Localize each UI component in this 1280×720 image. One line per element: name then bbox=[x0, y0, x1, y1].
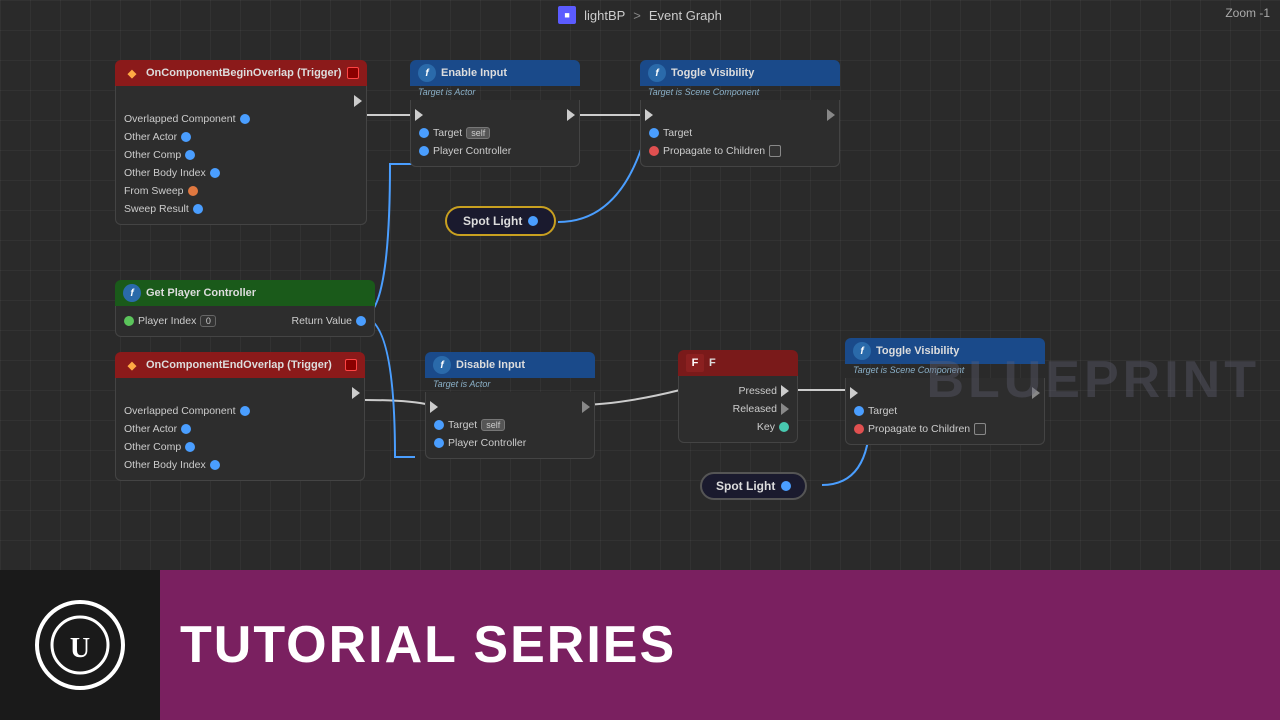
node-title-enable-input: Enable Input bbox=[441, 67, 507, 79]
tutorial-series-text: TUTORIAL SERIES bbox=[160, 615, 1280, 675]
self-badge: self bbox=[466, 127, 490, 139]
exec-out-pin bbox=[352, 387, 360, 399]
blueprint-watermark: BLUEPRINT bbox=[926, 350, 1260, 410]
node-f-key: F F Pressed Released Key bbox=[678, 350, 798, 443]
node-on-end-overlap: ◆ OnComponentEndOverlap (Trigger) Overla… bbox=[115, 352, 365, 481]
pin-label: Other Body Index bbox=[124, 459, 206, 471]
released-pin bbox=[781, 403, 789, 415]
f-key-icon: F bbox=[686, 354, 704, 372]
node-title-begin-overlap: OnComponentBeginOverlap (Trigger) bbox=[146, 67, 342, 79]
func-icon: f bbox=[418, 64, 436, 82]
func-icon: f bbox=[648, 64, 666, 82]
spot-light-pin-1 bbox=[528, 216, 538, 226]
node-title-get-player-ctrl: Get Player Controller bbox=[146, 287, 256, 299]
pin-label: Propagate to Children bbox=[868, 423, 970, 435]
spot-light-label-1: Spot Light bbox=[463, 214, 522, 228]
self-badge: self bbox=[481, 419, 505, 431]
exec-out-pin bbox=[582, 401, 590, 413]
event-icon: ◆ bbox=[123, 356, 141, 374]
blueprint-canvas: ■ lightBP > Event Graph Zoom -1 ◆ OnComp… bbox=[0, 0, 1280, 570]
ue-circle: U bbox=[35, 600, 125, 690]
node-title-disable-input: Disable Input bbox=[456, 359, 525, 371]
node-subtitle: Target is Actor bbox=[410, 86, 580, 100]
bottom-bar: U TUTORIAL SERIES bbox=[0, 570, 1280, 720]
spot-light-label-2: Spot Light bbox=[716, 479, 775, 493]
pin-label: Target bbox=[448, 419, 477, 431]
func-icon: f bbox=[433, 356, 451, 374]
node-title-f-key: F bbox=[709, 357, 716, 369]
pin-label: From Sweep bbox=[124, 185, 184, 197]
exec-in-pin bbox=[645, 109, 653, 121]
top-bar: ■ lightBP > Event Graph Zoom -1 bbox=[0, 0, 1280, 30]
pin-label: Target bbox=[433, 127, 462, 139]
exec-in-pin bbox=[850, 387, 858, 399]
node-get-player-controller: f Get Player Controller Player Index 0 R… bbox=[115, 280, 375, 337]
func-icon: f bbox=[853, 342, 871, 360]
pin-label: Overlapped Component bbox=[124, 405, 236, 417]
pin-label: Player Index bbox=[138, 315, 196, 327]
exec-in-pin bbox=[430, 401, 438, 413]
exec-out-pin bbox=[567, 109, 575, 121]
pin-label: Other Actor bbox=[124, 131, 177, 143]
node-disable-input: f Disable Input Target is Actor Target s… bbox=[425, 352, 595, 459]
pin-label: Player Controller bbox=[448, 437, 526, 449]
pin-label: Target bbox=[868, 405, 897, 417]
pressed-pin bbox=[781, 385, 789, 397]
spot-light-node-2[interactable]: Spot Light bbox=[700, 472, 807, 500]
pin-label: Other Comp bbox=[124, 149, 181, 161]
spot-light-pin-2 bbox=[781, 481, 791, 491]
spot-light-node-1[interactable]: Spot Light bbox=[445, 206, 556, 236]
breadcrumb-eventgraph: Event Graph bbox=[649, 8, 722, 23]
pin-label: Pressed bbox=[738, 385, 777, 397]
node-subtitle: Target is Scene Component bbox=[640, 86, 840, 100]
svg-text:U: U bbox=[70, 633, 90, 664]
node-toggle-visibility-1: f Toggle Visibility Target is Scene Comp… bbox=[640, 60, 840, 167]
pin-label: Key bbox=[757, 421, 775, 433]
pin-label: Target bbox=[663, 127, 692, 139]
func-icon: f bbox=[123, 284, 141, 302]
blueprint-icon: ■ bbox=[558, 6, 576, 24]
node-on-begin-overlap: ◆ OnComponentBeginOverlap (Trigger) Over… bbox=[115, 60, 367, 225]
propagate-checkbox-2[interactable] bbox=[974, 423, 986, 435]
propagate-checkbox[interactable] bbox=[769, 145, 781, 157]
ue-logo: U bbox=[0, 570, 160, 720]
event-icon: ◆ bbox=[123, 64, 141, 82]
exec-out-pin bbox=[827, 109, 835, 121]
node-title-toggle-vis-1: Toggle Visibility bbox=[671, 67, 754, 79]
breadcrumb-lightbp: lightBP bbox=[584, 8, 625, 23]
player-index-value: 0 bbox=[200, 315, 216, 327]
zoom-level: Zoom -1 bbox=[1225, 6, 1270, 20]
exec-out-pin bbox=[354, 95, 362, 107]
pin-label: Sweep Result bbox=[124, 203, 189, 215]
node-subtitle: Target is Actor bbox=[425, 378, 595, 392]
pin-label: Player Controller bbox=[433, 145, 511, 157]
node-enable-input: f Enable Input Target is Actor Target se… bbox=[410, 60, 580, 167]
pin-label: Propagate to Children bbox=[663, 145, 765, 157]
pin-label: Other Actor bbox=[124, 423, 177, 435]
exec-in-pin bbox=[415, 109, 423, 121]
pin-label: Overlapped Component bbox=[124, 113, 236, 125]
node-title-end-overlap: OnComponentEndOverlap (Trigger) bbox=[146, 359, 332, 371]
breadcrumb-separator: > bbox=[633, 8, 641, 23]
return-label: Return Value bbox=[291, 315, 352, 327]
pin-label: Released bbox=[733, 403, 777, 415]
pin-label: Other Comp bbox=[124, 441, 181, 453]
pin-label: Other Body Index bbox=[124, 167, 206, 179]
